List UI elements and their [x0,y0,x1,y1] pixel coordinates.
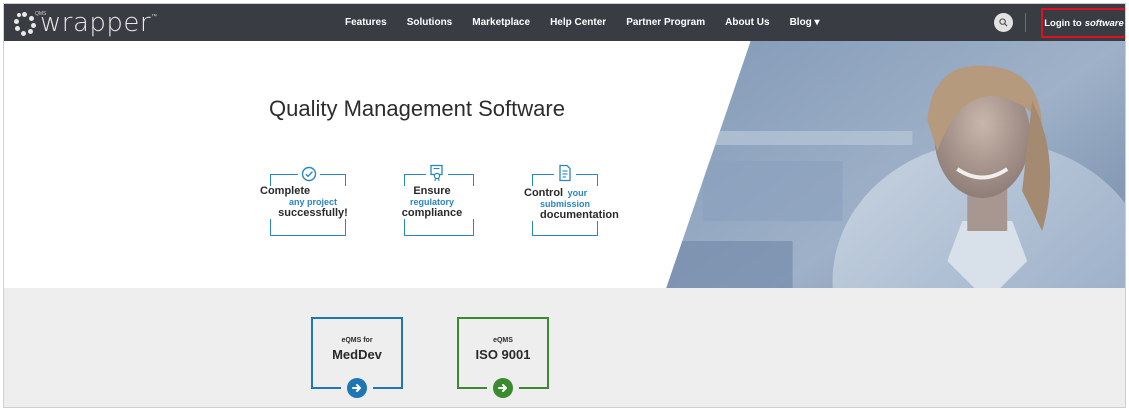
feature-line-3: compliance [401,207,463,219]
feature-control: Control your submission documentation [518,160,638,240]
feature-ensure: Ensure regulatory compliance [382,160,482,240]
band-mask [4,288,704,407]
feature-line-1: Control [524,187,564,199]
checkmark-circle-icon [298,166,320,184]
login-emphasis: software [1084,17,1124,29]
feature-line-1: Complete [260,185,311,197]
feature-text: Ensure regulatory compliance [382,186,482,219]
nav-item-marketplace[interactable]: Marketplace [462,17,540,28]
login-label: Login to [1044,17,1082,29]
cta-big-label: MedDev [332,347,382,362]
logo-text: wrapper [40,8,152,38]
cta-small-label: eQMS for [341,337,373,344]
cta-small-label: eQMS [493,337,513,344]
nav-item-help-center[interactable]: Help Center [540,17,616,28]
logo-superscript: QMS [35,11,47,17]
browser-page: QMS wrapper ™ Features Solutions Marketp… [3,3,1126,408]
cta-meddev[interactable]: eQMS for MedDev [307,317,407,398]
nav-item-features[interactable]: Features [345,17,397,28]
cta-big-label: ISO 9001 [475,347,531,362]
nav-divider [1025,13,1026,32]
logo[interactable]: QMS wrapper ™ [12,8,157,38]
document-icon [554,164,576,184]
cta-iso-9001[interactable]: eQMS ISO 9001 [453,317,553,398]
search-button[interactable] [994,13,1013,32]
certificate-icon [426,164,448,184]
arrow-right-circle-icon [493,378,513,398]
nav-item-blog[interactable]: Blog ▾ [780,17,830,28]
feature-line-1: Ensure [413,185,451,197]
top-nav-bar: QMS wrapper ™ Features Solutions Marketp… [4,4,1125,41]
feature-line-3: successfully! [278,207,348,219]
nav-item-partner-program[interactable]: Partner Program [616,17,715,28]
feature-complete: Complete any project successfully! [254,160,364,240]
login-button[interactable]: Login to software [1041,8,1125,38]
nav-item-solutions[interactable]: Solutions [397,17,463,28]
hero-title: Quality Management Software [269,96,565,121]
arrow-right-circle-icon [347,378,367,398]
main-nav: Features Solutions Marketplace Help Cent… [345,4,830,41]
logo-trademark: ™ [151,14,158,20]
feature-text: Complete any project successfully! [254,186,354,219]
feature-text: Control your submission documentation [518,186,638,221]
search-icon [999,18,1008,27]
feature-line-3: documentation [540,209,619,221]
feature-line-1b: your [567,188,588,198]
nav-item-about-us[interactable]: About Us [715,17,779,28]
